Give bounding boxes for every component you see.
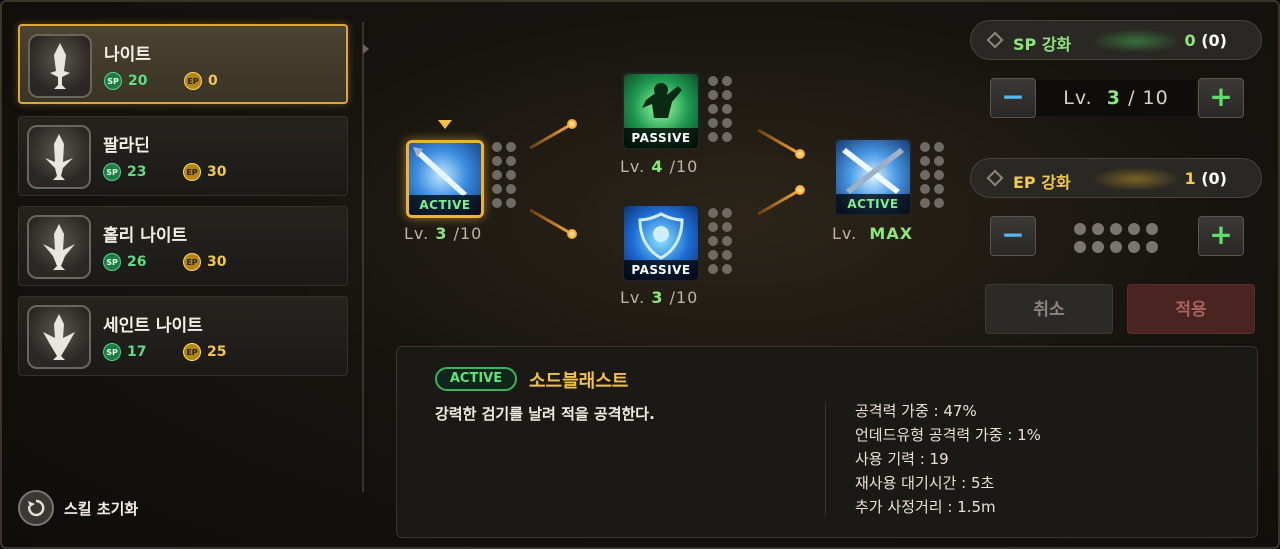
cancel-button[interactable]: 취소: [985, 284, 1113, 334]
skill-level: Lv. 4 /10: [620, 157, 698, 176]
skill-type-tag: PASSIVE: [624, 128, 698, 148]
lv-max-text: MAX: [869, 224, 914, 243]
lv-current: 3: [651, 288, 664, 307]
skill-final[interactable]: ACTIVE: [834, 138, 912, 216]
skill-pips: [708, 208, 732, 274]
lv-current: 4: [651, 157, 664, 176]
ep-enhance-bar: EP 강화 1 (0): [970, 158, 1262, 198]
sp-enhance-value: 0 (0): [1185, 31, 1227, 50]
sp-enhance-label: SP 강화: [1013, 35, 1072, 54]
skill-type-tag: ACTIVE: [836, 194, 910, 214]
ep-enhance-value: 1 (0): [1185, 169, 1227, 188]
skill-pips: [492, 142, 516, 208]
sp-level-display: Lv. 3 / 10: [1036, 80, 1196, 116]
ep-enhance-count: 1: [1184, 169, 1196, 188]
skill-level: Lv. MAX: [832, 224, 913, 243]
lv-sep: /: [1128, 87, 1136, 109]
lv-prefix: Lv.: [620, 157, 646, 176]
apply-button[interactable]: 적용: [1127, 284, 1255, 334]
skill-level: Lv. 3 /10: [620, 288, 698, 307]
selected-marker-icon: [438, 120, 452, 129]
skill-pips: [708, 76, 732, 142]
lv-max: 10: [459, 224, 483, 243]
skill-level: Lv. 3 /10: [404, 224, 482, 243]
lv-prefix: Lv.: [832, 224, 858, 243]
skill-title: 소드블래스트: [529, 371, 629, 392]
skill-passive-bottom[interactable]: PASSIVE: [622, 204, 700, 282]
lv-prefix: Lv.: [404, 224, 430, 243]
stat-line: 언데드유형 공격력 가중 : 1%: [855, 426, 1041, 444]
skill-description: 강력한 검기를 날려 적을 공격한다.: [435, 405, 655, 423]
skill-type-tag: ACTIVE: [409, 195, 481, 215]
lv-prefix: Lv.: [1063, 87, 1093, 109]
sp-enhance-bar: SP 강화 0 (0): [970, 20, 1262, 60]
skill-detail-panel: ACTIVE 소드블래스트 강력한 검기를 날려 적을 공격한다. 공격력 가중…: [396, 346, 1258, 538]
ep-pips: [1074, 223, 1158, 253]
skill-type-badge: ACTIVE: [435, 367, 517, 391]
skill-stats: 공격력 가중 : 47% 언데드유형 공격력 가중 : 1% 사용 기력 : 1…: [855, 399, 1041, 519]
diamond-icon: [986, 169, 1004, 187]
diamond-icon: [986, 31, 1004, 49]
skill-window: 나이트 SP 20 EP 0 팔라딘 SP 23 EP 30 홀리 나이트 SP…: [0, 0, 1280, 549]
stat-line: 공격력 가중 : 47%: [855, 402, 977, 420]
stat-line: 재사용 대기시간 : 5초: [855, 474, 995, 492]
lv-current: 3: [1106, 87, 1122, 109]
lv-max: 10: [675, 288, 699, 307]
ep-enhance-paren: (0): [1201, 169, 1227, 188]
skill-pips: [920, 142, 944, 208]
skill-type-tag: PASSIVE: [624, 260, 698, 280]
ep-minus-button[interactable]: −: [990, 216, 1036, 256]
sp-enhance-paren: (0): [1201, 31, 1227, 50]
sp-plus-button[interactable]: +: [1198, 78, 1244, 118]
ep-plus-button[interactable]: +: [1198, 216, 1244, 256]
stat-line: 사용 기력 : 19: [855, 450, 949, 468]
lv-max: 10: [1142, 87, 1169, 109]
sp-enhance-count: 0: [1184, 31, 1196, 50]
ep-enhance-label: EP 강화: [1013, 173, 1071, 192]
lv-prefix: Lv.: [620, 288, 646, 307]
stat-line: 추가 사정거리 : 1.5m: [855, 498, 996, 516]
lv-max: 10: [675, 157, 699, 176]
lv-current: 3: [435, 224, 448, 243]
skill-passive-top[interactable]: PASSIVE: [622, 72, 700, 150]
sp-minus-button[interactable]: −: [990, 78, 1036, 118]
detail-divider: [825, 403, 826, 515]
skill-sword-blast[interactable]: ACTIVE: [406, 140, 484, 218]
